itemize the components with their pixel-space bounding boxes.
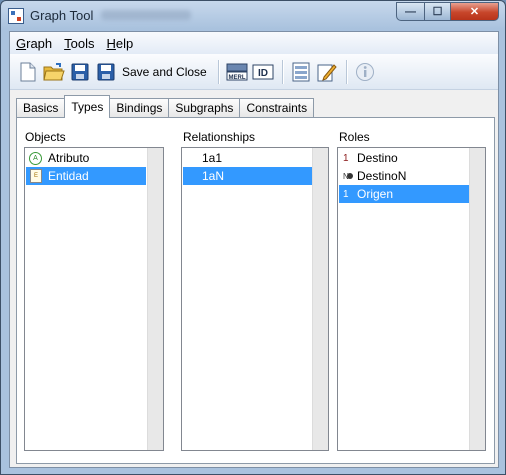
roles-scrollbar[interactable]	[469, 148, 485, 450]
menu-graph[interactable]: Graph	[10, 36, 58, 51]
menu-help[interactable]: Help	[101, 36, 140, 51]
entity-icon: E	[30, 169, 42, 183]
list-item-atributo[interactable]: A Atributo	[26, 149, 146, 167]
client-area: Graph Tools Help Save and Close MERL ID …	[9, 31, 499, 468]
properties-icon	[292, 62, 310, 81]
list-item-label: Atributo	[48, 151, 90, 165]
tab-bindings[interactable]: Bindings	[109, 98, 170, 118]
info-icon	[355, 62, 374, 81]
save-and-close-label[interactable]: Save and Close	[122, 65, 207, 79]
close-button[interactable]: ✕	[450, 2, 499, 21]
edit-icon	[317, 63, 337, 81]
tab-types[interactable]: Types	[64, 95, 111, 118]
menu-tools-mnemonic: T	[64, 35, 71, 51]
properties-button[interactable]	[289, 60, 313, 84]
minimize-button[interactable]: —	[396, 2, 425, 21]
roles-label: Roles	[339, 130, 370, 144]
list-item-label: DestinoN	[357, 169, 407, 183]
new-button[interactable]	[16, 60, 40, 84]
relationships-label: Relationships	[183, 130, 256, 144]
list-item-label: 1aN	[202, 169, 225, 183]
app-icon	[8, 8, 24, 24]
list-item-label: Origen	[357, 187, 394, 201]
list-item-1a1[interactable]: 1a1	[183, 149, 313, 167]
role-cardinality-marker: 1	[343, 152, 349, 164]
types-panel: Objects A Atributo E Entidad Relationshi…	[16, 117, 495, 464]
toolbar-separator	[345, 59, 348, 84]
minimize-icon: —	[405, 5, 416, 18]
objects-scrollbar[interactable]	[147, 148, 163, 450]
edit-button[interactable]	[315, 60, 339, 84]
menu-graph-mnemonic: G	[16, 35, 27, 51]
list-item-label: Destino	[357, 151, 398, 165]
merl-button[interactable]: MERL	[225, 60, 249, 84]
list-item-label: 1a1	[202, 151, 223, 165]
tab-basics[interactable]: Basics	[16, 98, 66, 118]
open-folder-icon	[43, 62, 65, 80]
merl-icon-text: MERL	[228, 75, 245, 81]
relationships-scrollbar[interactable]	[312, 148, 328, 450]
menu-help-mnemonic: H	[106, 35, 116, 51]
window: Graph Tool — ☐ ✕ Graph Tools Help Save a…	[0, 0, 506, 475]
objects-list[interactable]: A Atributo E Entidad	[24, 147, 164, 451]
role-cardinality-marker: 1	[343, 188, 349, 200]
list-item-destino[interactable]: 1 Destino	[339, 149, 470, 167]
list-item-destinon[interactable]: N DestinoN	[339, 167, 470, 185]
id-icon-text: ID	[258, 68, 268, 79]
tab-constraints[interactable]: Constraints	[239, 98, 315, 118]
tab-strip: Basics Types Bindings Subgraphs Constrai…	[16, 95, 315, 118]
maximize-button[interactable]: ☐	[424, 2, 451, 21]
maximize-icon: ☐	[432, 6, 443, 18]
info-button[interactable]	[353, 60, 377, 84]
toolbar-separator	[281, 59, 284, 84]
save-close-button[interactable]	[94, 60, 118, 84]
attribute-icon: A	[29, 151, 42, 165]
list-item-1an[interactable]: 1aN	[183, 167, 313, 185]
close-icon: ✕	[469, 6, 480, 18]
window-title: Graph Tool	[30, 8, 94, 23]
toolbar-separator	[217, 59, 220, 84]
tab-subgraphs[interactable]: Subgraphs	[168, 98, 241, 118]
list-item-entidad[interactable]: E Entidad	[26, 167, 146, 185]
toolbar: Save and Close MERL ID	[10, 54, 498, 90]
id-icon: ID	[252, 64, 274, 79]
list-item-label: Entidad	[48, 169, 89, 183]
menu-bar: Graph Tools Help	[10, 32, 498, 54]
roles-list[interactable]: 1 Destino N DestinoN 1 Origen	[337, 147, 486, 451]
save-button[interactable]	[68, 60, 92, 84]
role-cardinality-marker: N	[343, 172, 357, 181]
title-bar[interactable]: Graph Tool — ☐ ✕	[1, 1, 505, 31]
id-button[interactable]: ID	[251, 60, 275, 84]
role-dot-icon	[346, 172, 353, 179]
relationships-list[interactable]: 1a1 1aN	[181, 147, 329, 451]
objects-label: Objects	[25, 130, 66, 144]
menu-tools[interactable]: Tools	[58, 36, 100, 51]
save-icon	[71, 63, 89, 80]
open-button[interactable]	[42, 60, 66, 84]
blurred-title-text	[101, 10, 191, 20]
new-document-icon	[20, 62, 36, 81]
list-item-origen[interactable]: 1 Origen	[339, 185, 470, 203]
save-close-icon	[97, 63, 115, 80]
merl-icon: MERL	[226, 63, 248, 81]
